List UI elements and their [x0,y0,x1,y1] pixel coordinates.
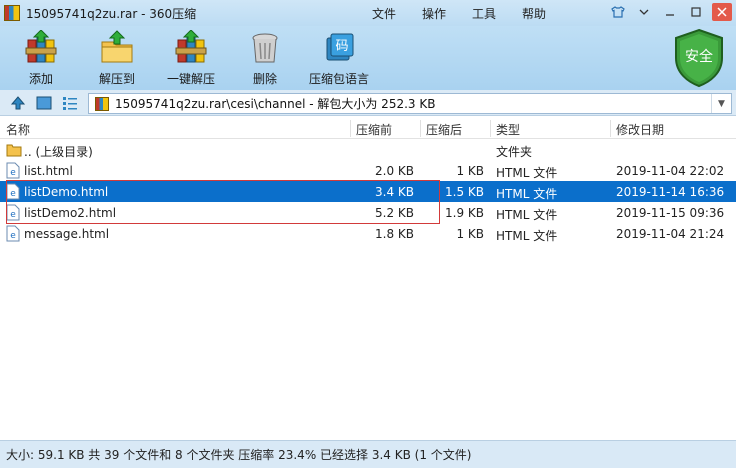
menu-operate[interactable]: 操作 [422,3,446,24]
html-file-icon: e [6,183,20,200]
file-type: HTML 文件 [496,187,558,201]
col-divider[interactable] [610,120,611,137]
file-row[interactable]: e list.html 2.0 KB 1 KB HTML 文件 2019-11-… [0,160,736,181]
col-size-after[interactable]: 压缩后 [426,121,462,138]
file-date: 2019-11-14 16:36 [616,185,725,199]
html-file-icon: e [6,225,20,242]
delete-label: 删除 [252,72,277,86]
col-type[interactable]: 类型 [496,121,520,138]
add-button[interactable]: 添加 [6,29,76,88]
thumbnail-view-icon[interactable] [36,95,52,111]
status-bar: 大小: 59.1 KB 共 39 个文件和 8 个文件夹 压缩率 23.4% 已… [0,440,736,468]
file-row[interactable]: e listDemo2.html 5.2 KB 1.9 KB HTML 文件 2… [0,202,736,223]
menu-dropdown-icon[interactable] [634,3,654,21]
up-arrow-icon[interactable] [10,95,26,111]
file-name: listDemo.html [24,185,109,199]
svg-text:e: e [10,189,16,199]
window-title: 15095741q2zu.rar - 360压缩 [26,6,197,21]
html-file-icon: e [6,204,20,221]
address-bar: 15095741q2zu.rar\cesi\channel - 解包大小为 25… [0,90,736,116]
file-name: .. (上级目录) [24,145,93,159]
file-type: 文件夹 [496,145,533,159]
security-shield-icon[interactable]: 安全 [672,28,726,88]
file-packed-size: 1.9 KB [445,206,484,220]
title-bar: 15095741q2zu.rar - 360压缩 文件 操作 工具 帮助 [0,0,736,26]
archive-language-glyph: 码 [335,39,348,54]
col-size-before[interactable]: 压缩前 [356,121,392,138]
col-name[interactable]: 名称 [6,121,30,138]
one-click-extract-button[interactable]: 一键解压 [156,29,226,88]
trash-icon [247,30,283,66]
address-field[interactable]: 15095741q2zu.rar\cesi\channel - 解包大小为 25… [88,93,732,114]
file-size: 3.4 KB [375,185,414,199]
file-name: message.html [24,227,110,241]
list-view-icon[interactable] [62,95,78,111]
file-packed-size: 1 KB [456,164,484,178]
extract-to-label: 解压到 [98,72,135,86]
svg-text:e: e [10,168,16,178]
status-text: 大小: 59.1 KB 共 39 个文件和 8 个文件夹 压缩率 23.4% 已… [6,448,472,462]
column-header: 名称 压缩前 压缩后 类型 修改日期 [0,118,736,139]
file-date: 2019-11-04 21:24 [616,227,725,241]
maximize-icon[interactable] [686,3,706,21]
app-rar-icon [4,5,20,21]
one-click-extract-label: 一键解压 [166,72,215,86]
file-date: 2019-11-15 09:36 [616,206,725,220]
file-size: 2.0 KB [375,164,414,178]
col-date[interactable]: 修改日期 [616,121,664,138]
file-type: HTML 文件 [496,166,558,180]
archive-icon [95,96,109,111]
file-type: HTML 文件 [496,208,558,222]
add-books-icon [23,29,59,66]
file-name: list.html [24,164,73,178]
delete-button[interactable]: 删除 [230,30,300,88]
archive-language-button[interactable]: 码 压缩包语言 [304,30,374,88]
archive-language-icon: 码 [321,30,357,66]
file-name: listDemo2.html [24,206,117,220]
one-click-extract-icon [173,29,209,66]
menu-file[interactable]: 文件 [372,3,396,24]
file-size: 1.8 KB [375,227,414,241]
file-packed-size: 1 KB [456,227,484,241]
file-size: 5.2 KB [375,206,414,220]
col-divider[interactable] [350,120,351,137]
html-file-icon: e [6,162,20,179]
add-label: 添加 [28,72,53,86]
toolbar: 添加 解压到 一键解压 删除 码 压缩包语言 [0,26,736,90]
security-label: 安全 [685,48,713,65]
col-divider[interactable] [420,120,421,137]
address-path: 15095741q2zu.rar\cesi\channel - 解包大小为 25… [115,97,436,111]
svg-text:e: e [10,231,16,241]
file-row[interactable]: e message.html 1.8 KB 1 KB HTML 文件 2019-… [0,223,736,244]
address-dropdown-icon[interactable]: ▼ [711,94,731,113]
menu-tools[interactable]: 工具 [472,3,496,24]
minimize-icon[interactable] [660,3,680,21]
col-divider[interactable] [490,120,491,137]
skin-shirt-icon[interactable] [608,3,628,21]
close-icon[interactable] [712,3,732,21]
menu-help[interactable]: 帮助 [522,3,546,24]
extract-to-icon [99,30,135,66]
menu-bar: 文件 操作 工具 帮助 [372,0,572,26]
folder-icon [6,141,22,158]
extract-to-button[interactable]: 解压到 [82,30,152,88]
file-packed-size: 1.5 KB [445,185,484,199]
file-row-parent[interactable]: .. (上级目录) 文件夹 [0,139,736,160]
archive-language-label: 压缩包语言 [308,72,369,86]
window-controls [608,3,732,21]
svg-text:e: e [10,210,16,220]
file-list: .. (上级目录) 文件夹 e list.html 2.0 KB 1 KB HT… [0,139,736,244]
file-row-selected[interactable]: e listDemo.html 3.4 KB 1.5 KB HTML 文件 20… [0,181,736,202]
file-date: 2019-11-04 22:02 [616,164,725,178]
file-type: HTML 文件 [496,229,558,243]
